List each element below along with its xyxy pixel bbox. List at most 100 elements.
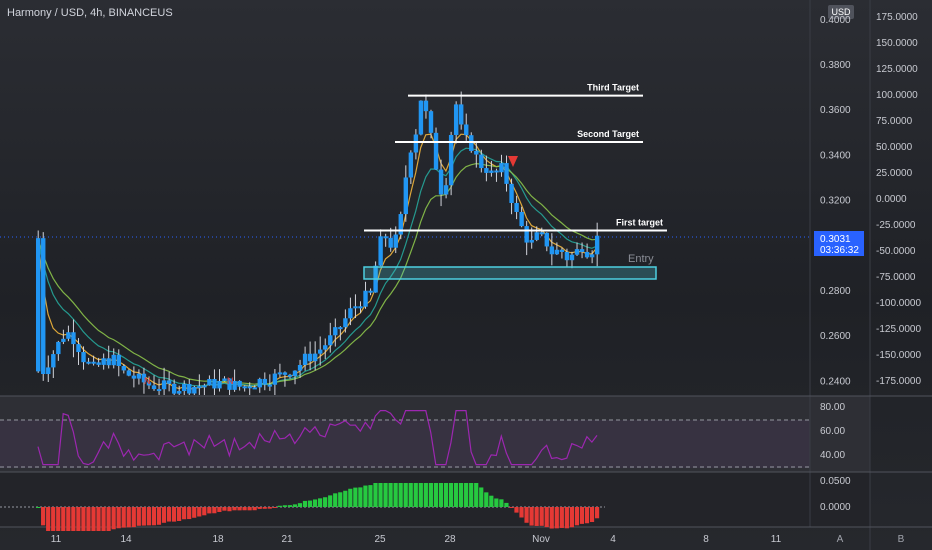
candle-body xyxy=(252,387,257,390)
rsi-band-fill xyxy=(0,420,810,468)
candle-body xyxy=(594,235,600,255)
candle-body xyxy=(423,100,429,112)
macd-bar xyxy=(504,502,509,507)
macd-bar xyxy=(151,507,157,526)
ema-line xyxy=(37,133,598,390)
macd-bar xyxy=(307,500,313,507)
macd-bar xyxy=(328,495,333,507)
chart-title: Harmony / USD, 4h, BINANCEUS xyxy=(7,7,173,19)
footer-button-a[interactable]: A xyxy=(837,534,844,545)
macd-bar xyxy=(423,483,428,507)
outer-tick-label: 25.0000 xyxy=(876,168,913,179)
macd-bar xyxy=(534,507,539,526)
macd-bar xyxy=(594,507,600,519)
macd-bar xyxy=(559,507,564,528)
macd-bar xyxy=(217,507,222,512)
candle-body xyxy=(504,163,509,184)
entry-zone[interactable] xyxy=(363,266,657,280)
macd-bar xyxy=(146,507,151,526)
footer-button-b[interactable]: B xyxy=(898,534,905,545)
candle-body xyxy=(323,345,328,350)
candle-body xyxy=(443,185,449,195)
candle-body xyxy=(383,236,388,239)
date-tick-label: 28 xyxy=(444,534,456,545)
candle-body xyxy=(363,290,368,307)
target-label: Second Target xyxy=(577,129,639,139)
macd-bar xyxy=(302,500,308,507)
macd-bar xyxy=(589,507,595,523)
macd-bar xyxy=(433,483,439,507)
macd-bar xyxy=(549,507,554,529)
candle-body xyxy=(428,111,434,133)
macd-bar xyxy=(141,507,146,526)
macd-bar xyxy=(418,483,423,507)
candle-body xyxy=(171,383,177,394)
candle-body xyxy=(559,249,565,252)
candle-body xyxy=(474,150,479,155)
candle-body xyxy=(116,354,121,366)
candle-body xyxy=(202,385,207,388)
macd-bar xyxy=(96,507,101,531)
price-tick-label: 0.2600 xyxy=(820,331,851,342)
candle-layer xyxy=(36,91,600,395)
inner-price-axis[interactable]: 0.40000.38000.36000.34000.32000.30000.28… xyxy=(820,15,851,388)
macd-bar xyxy=(121,507,126,528)
candle-body xyxy=(519,211,524,227)
target-label: Third Target xyxy=(587,83,639,93)
candle-body xyxy=(489,170,494,173)
candle-body xyxy=(41,238,46,375)
macd-bar xyxy=(343,490,348,507)
price-tick-label: 0.3800 xyxy=(820,60,851,71)
candle-body xyxy=(51,354,56,368)
outer-tick-label: -50.0000 xyxy=(876,246,916,257)
outer-tick-label: -175.0000 xyxy=(876,376,921,387)
macd-bar xyxy=(489,495,494,507)
macd-bar xyxy=(257,507,262,509)
macd-bar xyxy=(363,485,368,507)
candle-body xyxy=(509,183,514,203)
candle-body xyxy=(126,370,132,376)
candle-body xyxy=(378,236,383,266)
date-tick-label: 14 xyxy=(120,534,132,545)
date-tick-label: 25 xyxy=(374,534,386,545)
macd-bar xyxy=(383,483,388,507)
macd-bar xyxy=(519,507,524,518)
candle-body xyxy=(579,249,585,252)
macd-bar xyxy=(222,507,227,511)
candle-body xyxy=(438,169,444,195)
candle-body xyxy=(539,232,544,235)
candle-body xyxy=(353,306,358,309)
macd-bar xyxy=(227,507,232,512)
macd-bar xyxy=(287,505,292,507)
macd-bar xyxy=(86,507,91,531)
candle-body xyxy=(333,327,338,336)
macd-bar xyxy=(539,507,544,526)
macd-bar xyxy=(51,507,56,531)
candle-body xyxy=(312,353,318,362)
macd-bar xyxy=(554,507,559,529)
candle-body xyxy=(524,226,529,243)
time-axis[interactable]: 11 14 18 21 25 28 Nov 4 8 11 xyxy=(51,534,782,545)
candle-body xyxy=(46,367,51,375)
candle-body xyxy=(166,380,172,384)
macd-bar xyxy=(36,507,41,508)
candle-body xyxy=(156,389,162,392)
candle-body xyxy=(413,134,419,153)
chart-root[interactable]: Third TargetSecond TargetFirst target N … xyxy=(0,0,932,550)
macd-bar xyxy=(448,483,454,507)
candle-body xyxy=(91,361,96,364)
macd-bar xyxy=(569,507,574,528)
macd-bar xyxy=(403,483,408,507)
macd-bar xyxy=(197,507,202,517)
rsi-axis[interactable]: 80.00 60.00 40.00 xyxy=(820,402,845,461)
macd-bar xyxy=(484,492,489,507)
macd-bar xyxy=(212,507,217,514)
macd-bar xyxy=(161,507,167,523)
macd-bar xyxy=(318,498,323,507)
outer-price-axis[interactable]: 175.0000 150.0000 125.0000 100.0000 75.0000 5… xyxy=(876,12,921,387)
candle-body xyxy=(469,135,474,151)
macd-bar xyxy=(469,483,474,507)
candle-body xyxy=(217,380,222,389)
macd-bar xyxy=(348,488,353,507)
price-tick-label: 0.3200 xyxy=(820,196,851,207)
